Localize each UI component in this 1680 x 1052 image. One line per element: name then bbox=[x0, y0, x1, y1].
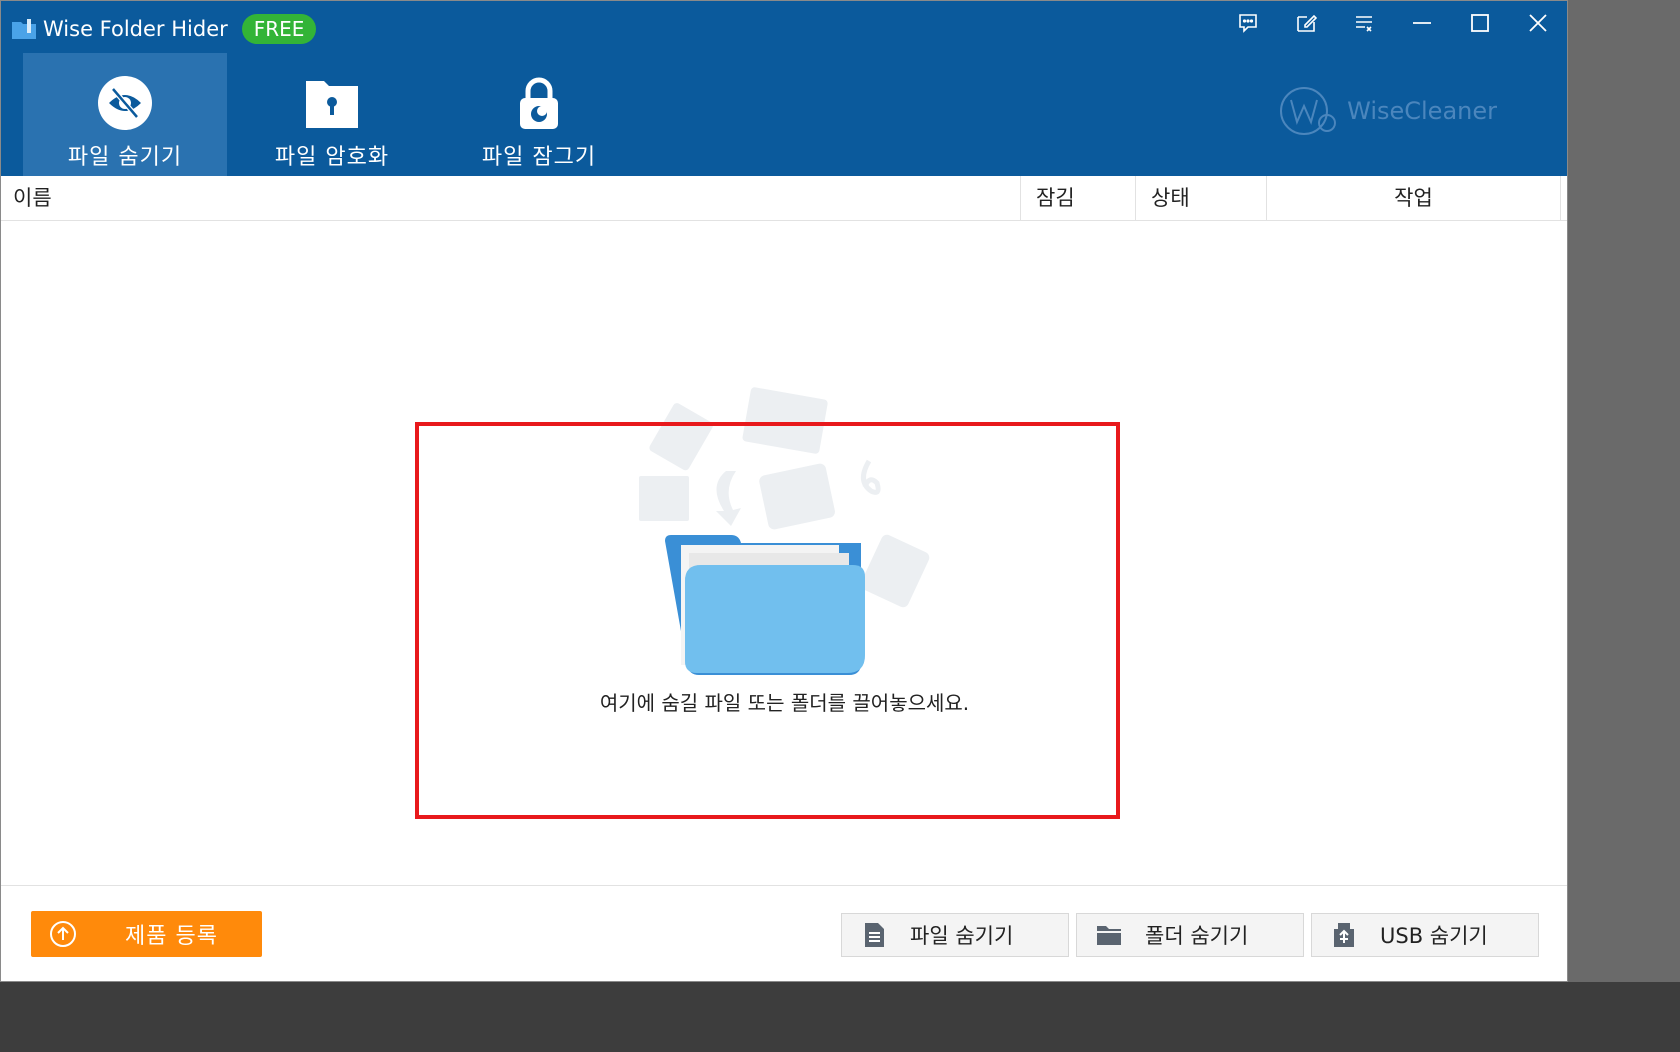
feedback-button[interactable] bbox=[1219, 1, 1277, 45]
minimize-icon bbox=[1413, 22, 1431, 24]
folder-icon bbox=[1097, 926, 1121, 945]
tab-label: 파일 잠그기 bbox=[481, 145, 597, 170]
header-bar: Wise Folder Hider FREE 파일 숨기기 파일 암호화 파일 … bbox=[1, 1, 1567, 176]
footer-divider bbox=[1, 885, 1567, 886]
hide-folder-button[interactable]: 폴더 숨기기 bbox=[1076, 913, 1304, 957]
register-label: 제품 등록 bbox=[125, 924, 218, 949]
feedback-icon bbox=[1239, 14, 1257, 33]
hide-usb-button[interactable]: USB 숨기기 bbox=[1311, 913, 1539, 957]
column-header-name[interactable]: 이름 bbox=[1, 176, 1021, 220]
upload-circle-icon bbox=[50, 921, 76, 947]
edit-icon bbox=[1297, 14, 1317, 32]
column-header-locked[interactable]: 잠김 bbox=[1021, 176, 1136, 220]
app-logo-icon bbox=[12, 19, 36, 39]
file-icon bbox=[865, 923, 884, 947]
drop-zone-highlight bbox=[415, 422, 1120, 819]
tab-lock-file[interactable]: 파일 잠그기 bbox=[437, 53, 641, 176]
tab-encrypt-file[interactable]: 파일 암호화 bbox=[230, 53, 434, 176]
close-icon bbox=[1529, 14, 1547, 32]
wisecleaner-brand: WiseCleaner bbox=[1277, 85, 1497, 137]
nav-tabs: 파일 숨기기 파일 암호화 파일 잠그기 bbox=[23, 53, 644, 176]
free-badge: FREE bbox=[241, 14, 317, 44]
app-title: Wise Folder Hider FREE bbox=[11, 11, 317, 47]
maximize-button[interactable] bbox=[1451, 1, 1509, 45]
button-label: 폴더 숨기기 bbox=[1145, 924, 1249, 948]
app-name: Wise Folder Hider bbox=[43, 17, 228, 41]
hide-file-button[interactable]: 파일 숨기기 bbox=[841, 913, 1069, 957]
column-header-action[interactable]: 작업 bbox=[1267, 176, 1561, 220]
button-label: 파일 숨기기 bbox=[910, 924, 1014, 948]
tab-label: 파일 암호화 bbox=[274, 145, 390, 170]
maximize-icon bbox=[1471, 14, 1489, 32]
padlock-icon bbox=[520, 77, 558, 129]
brand-name: WiseCleaner bbox=[1347, 97, 1497, 125]
folder-key-icon bbox=[306, 81, 358, 128]
title-controls bbox=[1219, 1, 1567, 45]
button-label: USB 숨기기 bbox=[1380, 924, 1488, 948]
edit-button[interactable] bbox=[1277, 1, 1335, 45]
wisecleaner-logo-icon bbox=[1280, 87, 1337, 135]
menu-button[interactable] bbox=[1335, 1, 1393, 45]
table-header: 이름 잠김 상태 작업 bbox=[1, 176, 1567, 221]
close-button[interactable] bbox=[1509, 1, 1567, 45]
usb-icon bbox=[1334, 923, 1354, 947]
column-header-status[interactable]: 상태 bbox=[1136, 176, 1267, 220]
desktop-background bbox=[1568, 0, 1680, 1052]
tab-hide-file[interactable]: 파일 숨기기 bbox=[23, 53, 227, 176]
eye-slash-icon bbox=[98, 76, 152, 130]
minimize-button[interactable] bbox=[1393, 1, 1451, 45]
app-window: Wise Folder Hider FREE 파일 숨기기 파일 암호화 파일 … bbox=[0, 0, 1568, 982]
desktop-background-bottom bbox=[0, 982, 1680, 1052]
menu-icon bbox=[1356, 16, 1372, 32]
register-product-button[interactable]: 제품 등록 bbox=[31, 911, 262, 957]
tab-label: 파일 숨기기 bbox=[67, 145, 183, 170]
